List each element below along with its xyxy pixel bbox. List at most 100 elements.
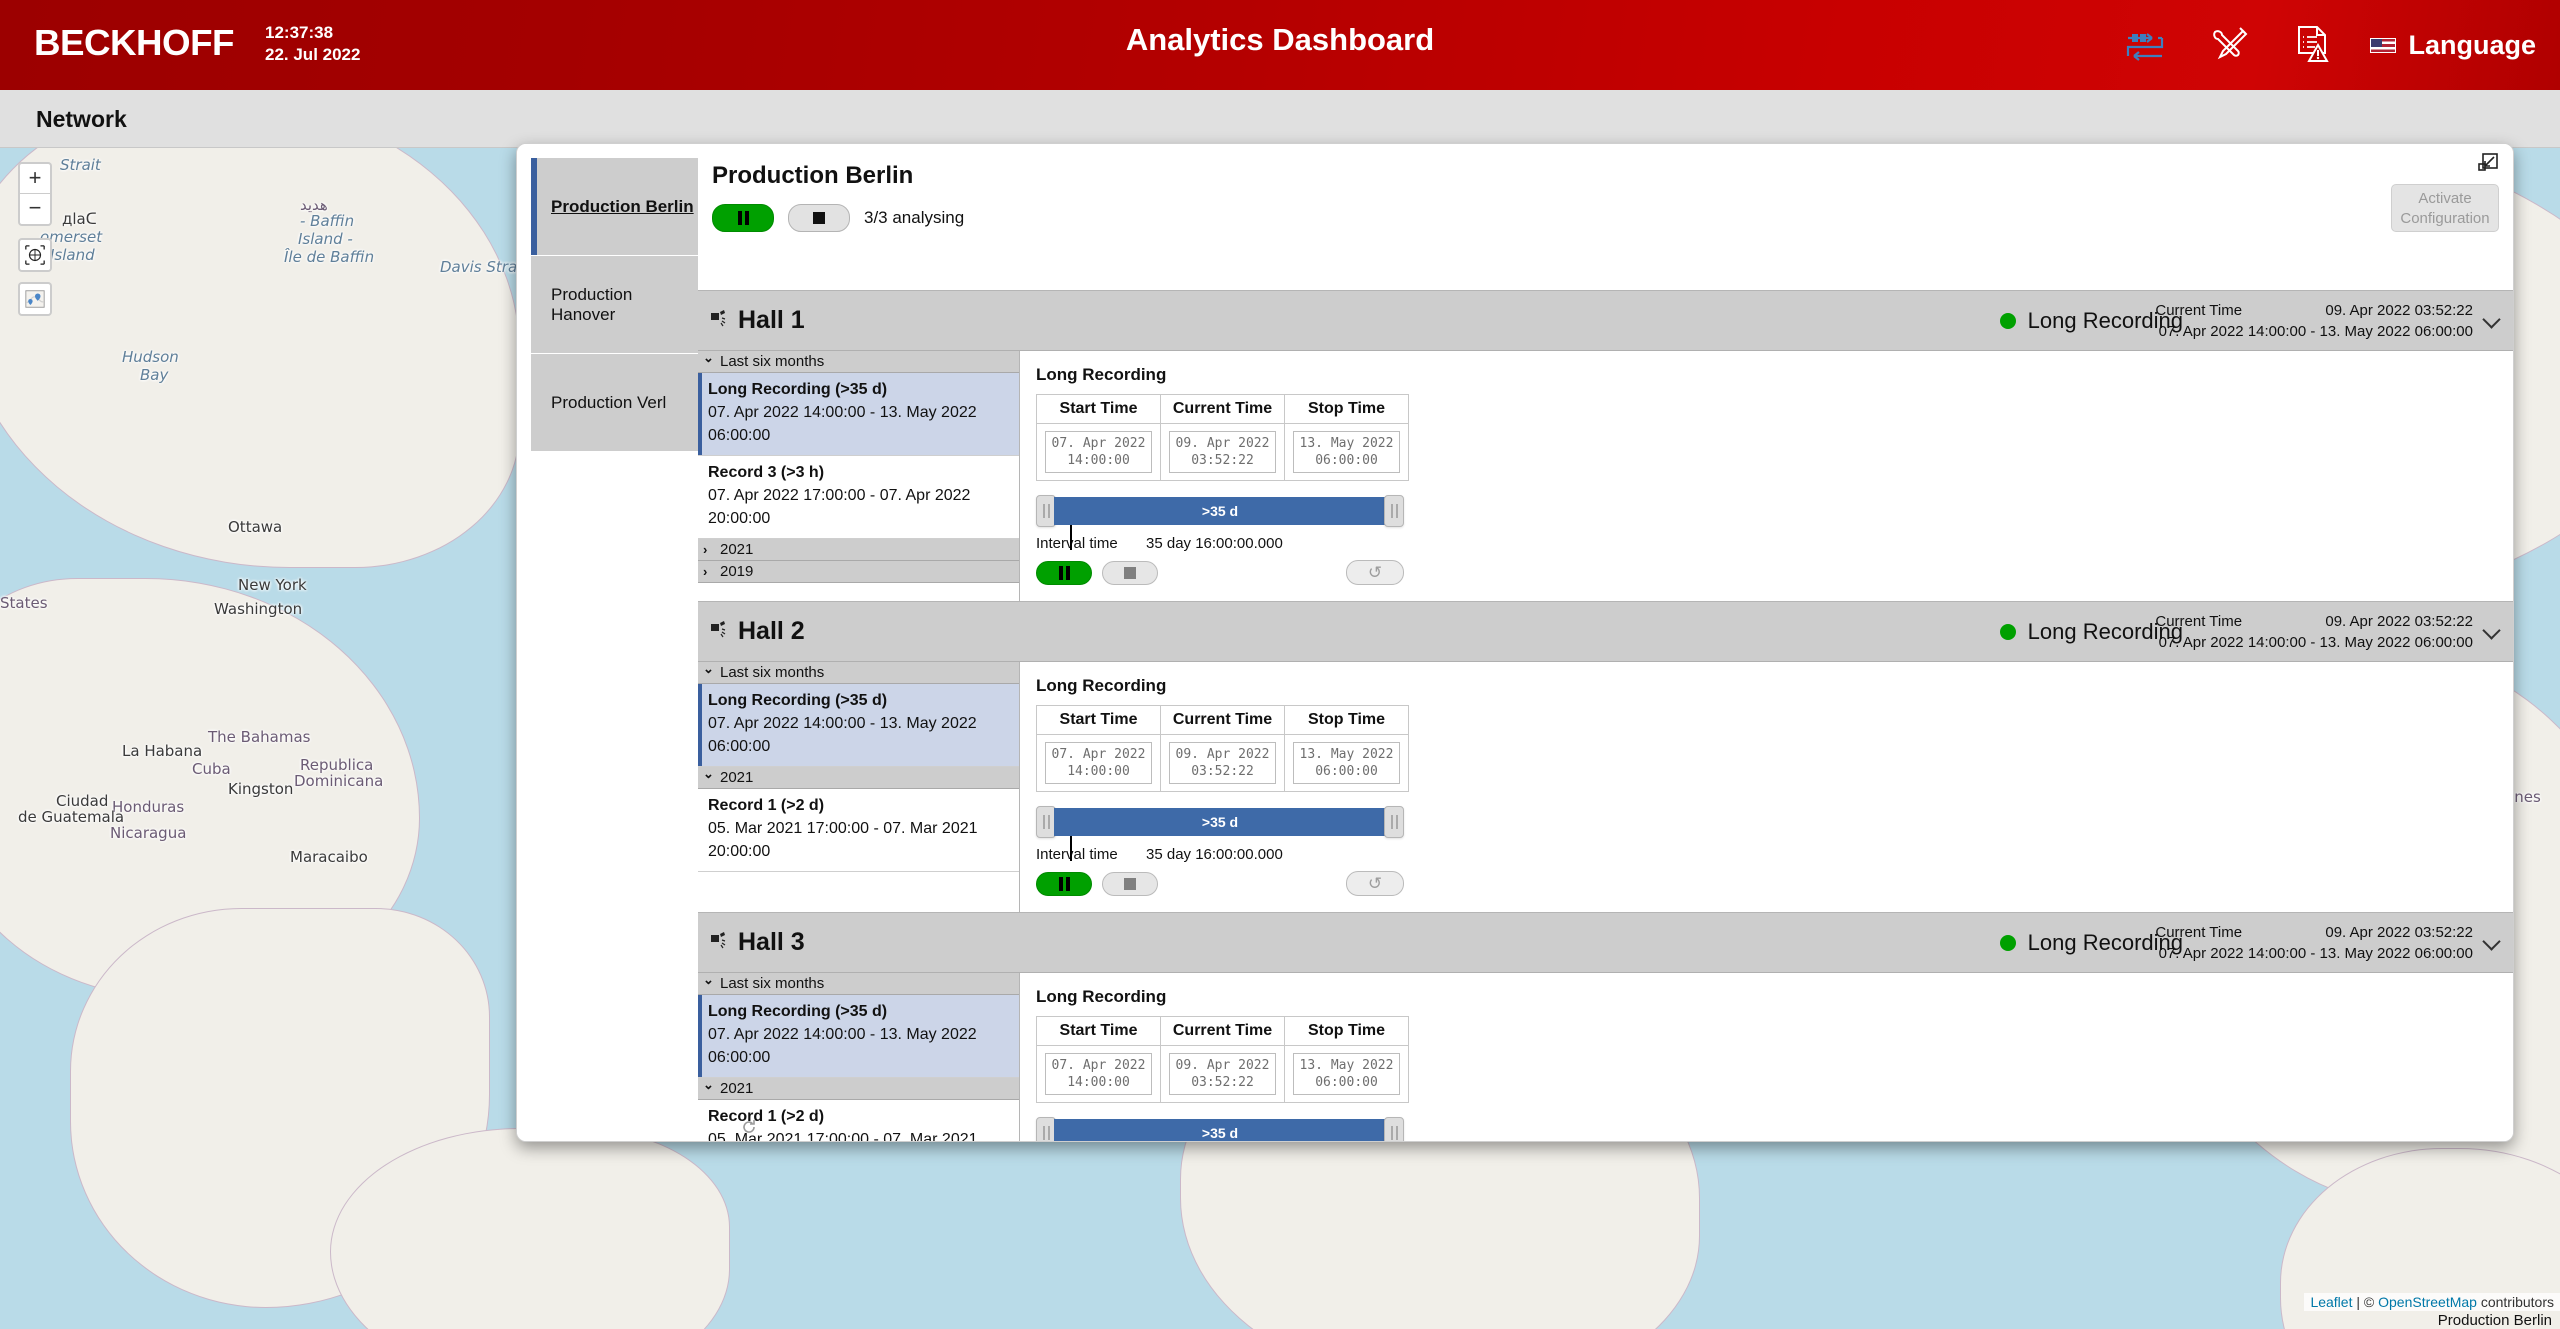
- progress-slider[interactable]: 4%>35 d: [1036, 494, 1404, 550]
- language-selector[interactable]: Language: [2370, 30, 2536, 61]
- current-time-field[interactable]: 09. Apr 2022 03:52:22: [1169, 431, 1276, 473]
- log-warning-icon[interactable]: [2286, 18, 2340, 72]
- fit-bounds-button[interactable]: [18, 238, 52, 272]
- stop-button[interactable]: [1102, 871, 1158, 896]
- recording-list: ⌄ Last six months Long Recording (>35 d) 07…: [698, 972, 1020, 1141]
- recording-range: 07. Apr 2022 17:00:00 - 07. Apr 2022 20:…: [708, 487, 971, 527]
- start-time-field[interactable]: 07. Apr 2022 14:00:00: [1045, 742, 1152, 784]
- map-label: New York: [238, 576, 307, 594]
- start-time-field[interactable]: 07. Apr 2022 14:00:00: [1045, 1053, 1152, 1095]
- cell-current-time: 09. Apr 2022 03:52:22: [1160, 734, 1285, 792]
- zoom-out-icon[interactable]: −: [20, 194, 50, 224]
- hall-header[interactable]: Hall 1 Long Recording Current Time 09. Apr …: [698, 291, 2513, 351]
- sidebar-item-production-berlin[interactable]: Production Berlin: [531, 158, 698, 256]
- slider-handle-left[interactable]: [1036, 495, 1056, 527]
- map-zoom-control[interactable]: + −: [18, 162, 52, 226]
- recording-group-header[interactable]: ⌄ 2021: [698, 766, 1019, 789]
- dialog-header: Production Berlin: [698, 144, 2513, 228]
- dialog-title: Production Berlin: [712, 162, 914, 189]
- slider-handle-left[interactable]: [1036, 806, 1056, 838]
- recording-group-header[interactable]: ⌄ 2021: [698, 1077, 1019, 1100]
- recording-range: 07. Apr 2022 14:00:00 - 13. May 2022 06:…: [708, 404, 977, 444]
- stop-button[interactable]: [1102, 560, 1158, 585]
- cell-start-time: 07. Apr 2022 14:00:00: [1036, 1045, 1161, 1103]
- openstreetmap-link[interactable]: OpenStreetMap: [2378, 1294, 2477, 1310]
- recording-range: 07. Apr 2022 14:00:00 - 13. May 2022 06:…: [2158, 944, 2473, 962]
- group-label: 2021: [720, 1080, 754, 1097]
- analysis-status: 3/3 analysing: [864, 208, 965, 227]
- recording-list-item[interactable]: Long Recording (>35 d) 07. Apr 2022 14:00…: [698, 373, 1019, 456]
- slider-track[interactable]: >35 d: [1054, 497, 1386, 525]
- chevron-down-icon[interactable]: [2485, 622, 2501, 638]
- map-label: Davis Strait: [440, 258, 528, 276]
- interval-time-label: Interval time: [1036, 846, 1118, 863]
- status-dot: [1999, 934, 2016, 951]
- recording-detail: Long Recording Start Time Current Time Stop…: [1020, 973, 2513, 1141]
- chevron-down-icon[interactable]: [2485, 933, 2501, 949]
- activate-configuration-button[interactable]: Activate Configuration: [2391, 184, 2499, 232]
- recording-list-item[interactable]: Record 3 (>3 h) 07. Apr 2022 17:00:00 - 0…: [698, 456, 1019, 539]
- recording-group-header[interactable]: ⌄ Last six months: [698, 350, 1019, 373]
- slider-handle-right[interactable]: [1384, 495, 1404, 527]
- hall-body: ⌄ Last six months Long Recording (>35 d) 07…: [698, 972, 2513, 1141]
- recording-group-header[interactable]: ⌄ Last six months: [698, 972, 1019, 995]
- hall-header[interactable]: Hall 3 Long Recording Current Time 09. Apr …: [698, 913, 2513, 973]
- recording-list-item[interactable]: Long Recording (>35 d) 07. Apr 2022 14:00…: [698, 995, 1019, 1078]
- recording-group-header[interactable]: ⌄ Last six months: [698, 661, 1019, 684]
- reset-button[interactable]: ↺: [1346, 871, 1404, 896]
- start-time-field[interactable]: 07. Apr 2022 14:00:00: [1045, 431, 1152, 473]
- chevron-down-icon[interactable]: [2485, 311, 2501, 327]
- time-table: Start Time Current Time Stop Time 07. Apr 2…: [1036, 1016, 1409, 1103]
- pause-all-button[interactable]: [712, 204, 774, 232]
- maximize-icon[interactable]: [2477, 152, 2499, 179]
- recording-list: ⌄ Last six months Long Recording (>35 d) 07…: [698, 661, 1020, 912]
- stop-time-field[interactable]: 13. May 2022 06:00:00: [1293, 1053, 1400, 1095]
- map-label: Cuba: [192, 760, 231, 778]
- tools-icon[interactable]: [2202, 18, 2256, 72]
- attribution-tail: contributors: [2476, 1294, 2554, 1310]
- stop-time-field[interactable]: 13. May 2022 06:00:00: [1293, 431, 1400, 473]
- col-header-current-time: Current Time: [1160, 394, 1285, 424]
- recording-list-item[interactable]: Long Recording (>35 d) 07. Apr 2022 14:00…: [698, 684, 1019, 767]
- data-exchange-icon[interactable]: [2118, 18, 2172, 72]
- us-flag-icon: [2370, 37, 2397, 53]
- current-time-field[interactable]: 09. Apr 2022 03:52:22: [1169, 1053, 1276, 1095]
- slider-handle-left[interactable]: [1036, 1117, 1056, 1141]
- markers-toggle-button[interactable]: [18, 282, 52, 316]
- reset-button[interactable]: ↺: [1346, 560, 1404, 585]
- refresh-icon[interactable]: [740, 1118, 758, 1141]
- chevron-right-icon: ›: [703, 564, 708, 579]
- slider-track[interactable]: >35 d: [1054, 1119, 1386, 1141]
- zoom-in-icon[interactable]: +: [20, 164, 50, 194]
- slider-handle-right[interactable]: [1384, 806, 1404, 838]
- map-label: Dominicana: [294, 772, 384, 790]
- hall-header[interactable]: Hall 2 Long Recording Current Time 09. Apr …: [698, 602, 2513, 662]
- detail-title: Long Recording: [1036, 365, 1167, 384]
- stop-all-button[interactable]: [788, 204, 850, 232]
- stop-time-field[interactable]: 13. May 2022 06:00:00: [1293, 742, 1400, 784]
- pause-button[interactable]: [1036, 560, 1092, 585]
- slider-handle-right[interactable]: [1384, 1117, 1404, 1141]
- recording-group-header[interactable]: › 2021: [698, 539, 1019, 561]
- production-site-nav: Production Berlin Production Hanover Pro…: [517, 144, 698, 1141]
- map-label: States: [0, 594, 48, 612]
- map-label: дӏаᑕ: [62, 210, 97, 228]
- duration-tag: >35 d: [1201, 1125, 1239, 1141]
- pause-icon: [737, 211, 749, 225]
- col-header-current-time: Current Time: [1160, 1016, 1285, 1046]
- recording-list-item[interactable]: Record 1 (>2 d) 05. Mar 2021 17:00:00 - 0…: [698, 789, 1019, 872]
- attribution-separator: | ©: [2352, 1294, 2379, 1310]
- sidebar-item-production-hanover[interactable]: Production Hanover: [531, 256, 698, 354]
- leaflet-link[interactable]: Leaflet: [2310, 1294, 2352, 1310]
- progress-slider[interactable]: 4%>35 d: [1036, 805, 1404, 861]
- slider-track[interactable]: >35 d: [1054, 808, 1386, 836]
- recording-list: ⌄ Last six months Long Recording (>35 d) 07…: [698, 350, 1020, 601]
- stop-icon: [813, 212, 825, 224]
- map-label: Washington: [214, 600, 303, 618]
- progress-slider[interactable]: 4%>35 d: [1036, 1116, 1404, 1141]
- pause-button[interactable]: [1036, 871, 1092, 896]
- sidebar-item-production-verl[interactable]: Production Verl: [531, 354, 698, 452]
- col-header-current-time: Current Time: [1160, 705, 1285, 735]
- current-time-field[interactable]: 09. Apr 2022 03:52:22: [1169, 742, 1276, 784]
- recording-group-header[interactable]: › 2019: [698, 561, 1019, 583]
